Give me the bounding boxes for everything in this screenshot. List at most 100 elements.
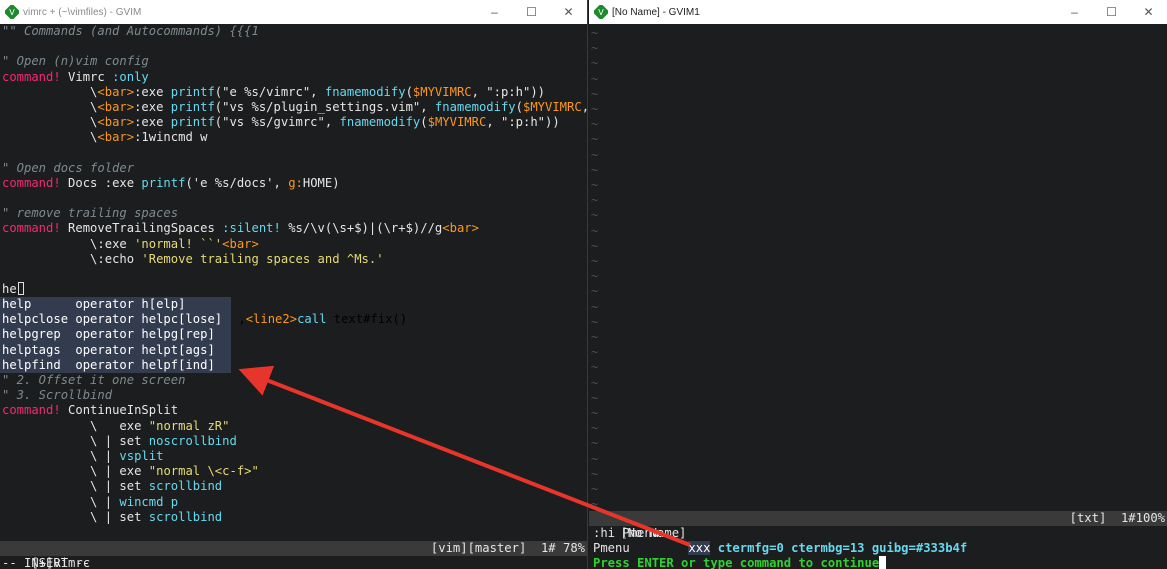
code-line: he: [0, 282, 587, 297]
tilde-filler: ~: [591, 238, 599, 253]
left-editor-buffer-lower[interactable]: " 2. Offset it one screen " 3. Scrollbind…: [0, 373, 587, 525]
left-window-title: vimrc + (~\vimfiles) - GVIM: [23, 6, 142, 18]
popup-trailing-code: ,<line2>call text#fix(): [231, 312, 407, 327]
left-status-line: [+]vimrc [vim][master] 1# 78%: [0, 541, 587, 569]
left-editor-buffer[interactable]: "" Commands (and Autocommands) {{{1 " Ope…: [0, 24, 587, 297]
left-title-bar[interactable]: V vimrc + (~\vimfiles) - GVIM – ☐ ✕: [0, 0, 587, 24]
code-token: <bar>: [97, 84, 135, 99]
code-token: %s/\v(\s+$)|(\r+$)//g: [288, 221, 443, 236]
code-line: "" Commands (and Autocommands) {{{1: [0, 24, 587, 39]
code-token: RemoveTrailingSpaces: [68, 221, 223, 236]
code-token: command!: [2, 403, 69, 418]
code-line: \<bar>:exe printf("vs %s/plugin_settings…: [0, 100, 587, 115]
code-line: \<bar>:exe printf("vs %s/gvimrc", fnamem…: [0, 115, 587, 130]
code-token: <bar>: [97, 99, 135, 114]
code-token: wincmd p: [119, 494, 179, 509]
code-token: 'Remove trailing spaces and ^Ms.': [141, 251, 384, 266]
tilde-filler: ~: [591, 117, 599, 132]
code-line: command! RemoveTrailingSpaces :silent! %…: [0, 221, 587, 236]
code-token: \: [2, 99, 98, 114]
code-token: <bar>: [222, 236, 259, 251]
code-line: \ | vsplit: [0, 449, 587, 464]
code-token: Vimrc: [68, 69, 113, 84]
popup-menu-item[interactable]: helpfind operator helpf[ind]: [0, 358, 231, 373]
code-token: \: [2, 130, 98, 145]
code-token: , ": [582, 100, 587, 114]
code-line: " remove trailing spaces: [0, 206, 587, 221]
mode-indicator: -- INSERT --: [2, 556, 91, 569]
maximize-button[interactable]: ☐: [1093, 5, 1130, 19]
minimize-button[interactable]: –: [1056, 5, 1093, 19]
code-token: :echo: [97, 251, 142, 266]
tilde-filler: ~: [591, 436, 599, 451]
code-token: :exe: [134, 115, 171, 130]
code-token: printf: [170, 115, 215, 130]
tilde-filler: ~: [591, 330, 599, 344]
code-token: noscrollbind: [148, 433, 237, 448]
code-token: <line2>: [245, 312, 298, 326]
code-token: (: [420, 115, 428, 130]
completion-popup-menu[interactable]: help operator h[elp] helpclose operator h…: [0, 297, 231, 373]
tilde-filler: ~: [591, 147, 599, 162]
left-gvim-window: V vimrc + (~\vimfiles) - GVIM – ☐ ✕ "" C…: [0, 0, 588, 569]
close-button[interactable]: ✕: [550, 5, 587, 19]
right-window-title: [No Name] - GVIM1: [612, 6, 700, 18]
popup-menu-item[interactable]: helpclose operator helpc[lose]: [0, 312, 231, 327]
svg-text:V: V: [9, 8, 15, 17]
code-token: "normal zR": [148, 418, 230, 433]
tilde-filler: ~: [591, 390, 599, 405]
code-token: \: [2, 84, 98, 99]
code-line: \ exe "normal zR": [0, 419, 587, 434]
code-token: :silent!: [222, 221, 289, 236]
code-token: "" Commands (and Autocommands) {{{1: [2, 24, 259, 38]
tilde-filler: ~: [591, 345, 599, 360]
maximize-button[interactable]: ☐: [513, 5, 550, 19]
code-token: , ":p:h")): [486, 115, 560, 130]
code-token: command!: [2, 221, 69, 236]
code-line: command! Docs :exe printf('e %s/docs', g…: [0, 176, 587, 191]
popup-menu-item[interactable]: helpgrep operator helpg[rep]: [0, 327, 231, 342]
code-token: fnamemodify: [339, 115, 421, 130]
prompt-text: Press ENTER or type command to continue: [593, 556, 880, 569]
popup-menu-item[interactable]: help operator h[elp]: [0, 297, 231, 312]
tilde-filler: ~: [591, 86, 599, 101]
right-status-line: [No Name] [txt] 1#100%: [589, 511, 1167, 540]
code-token: " Open (n)vim config: [2, 54, 149, 69]
code-token: scrollbind: [148, 509, 223, 524]
status-position: [txt] 1#100%: [1069, 511, 1165, 525]
code-token: HOME): [302, 175, 340, 190]
code-token: " remove trailing spaces: [2, 206, 179, 221]
code-token: \ |: [2, 494, 120, 509]
code-token: :exe: [134, 99, 171, 114]
code-line: \:exe 'normal! ``'<bar>: [0, 237, 587, 252]
code-token: ContinueInSplit: [68, 403, 179, 418]
highlight-sample: xxx: [688, 541, 711, 555]
code-token: he: [2, 282, 17, 297]
code-token: text#fix(): [333, 312, 408, 326]
code-token: :1wincmd w: [134, 130, 208, 145]
code-token: g:: [288, 175, 303, 190]
code-token: set: [119, 509, 149, 524]
code-line: command! Vimrc :only: [0, 70, 587, 85]
code-line: " 2. Offset it one screen: [0, 373, 587, 388]
tilde-filler: ~: [591, 26, 599, 40]
svg-text:V: V: [598, 8, 604, 17]
minimize-button[interactable]: –: [476, 5, 513, 19]
highlight-output: Pmenu xxx ctermfg=0 ctermbg=13 guibg=#33…: [589, 541, 1167, 556]
code-token: \ |: [2, 479, 120, 494]
popup-menu-item[interactable]: helptags operator helpt[ags]: [0, 343, 231, 358]
right-title-bar[interactable]: V [No Name] - GVIM1 – ☐ ✕: [589, 0, 1167, 24]
code-token: (: [515, 99, 523, 114]
tilde-filler: ~: [591, 41, 599, 56]
code-token: :exe: [97, 236, 135, 251]
hit-enter-prompt[interactable]: Press ENTER or type command to continue: [589, 556, 1167, 569]
vim-app-icon: V: [594, 5, 608, 19]
code-token: ('e %s/docs',: [185, 175, 289, 190]
code-token: call: [297, 312, 334, 326]
close-button[interactable]: ✕: [1130, 5, 1167, 19]
code-line: " Open (n)vim config: [0, 54, 587, 69]
cursor: [879, 556, 887, 569]
